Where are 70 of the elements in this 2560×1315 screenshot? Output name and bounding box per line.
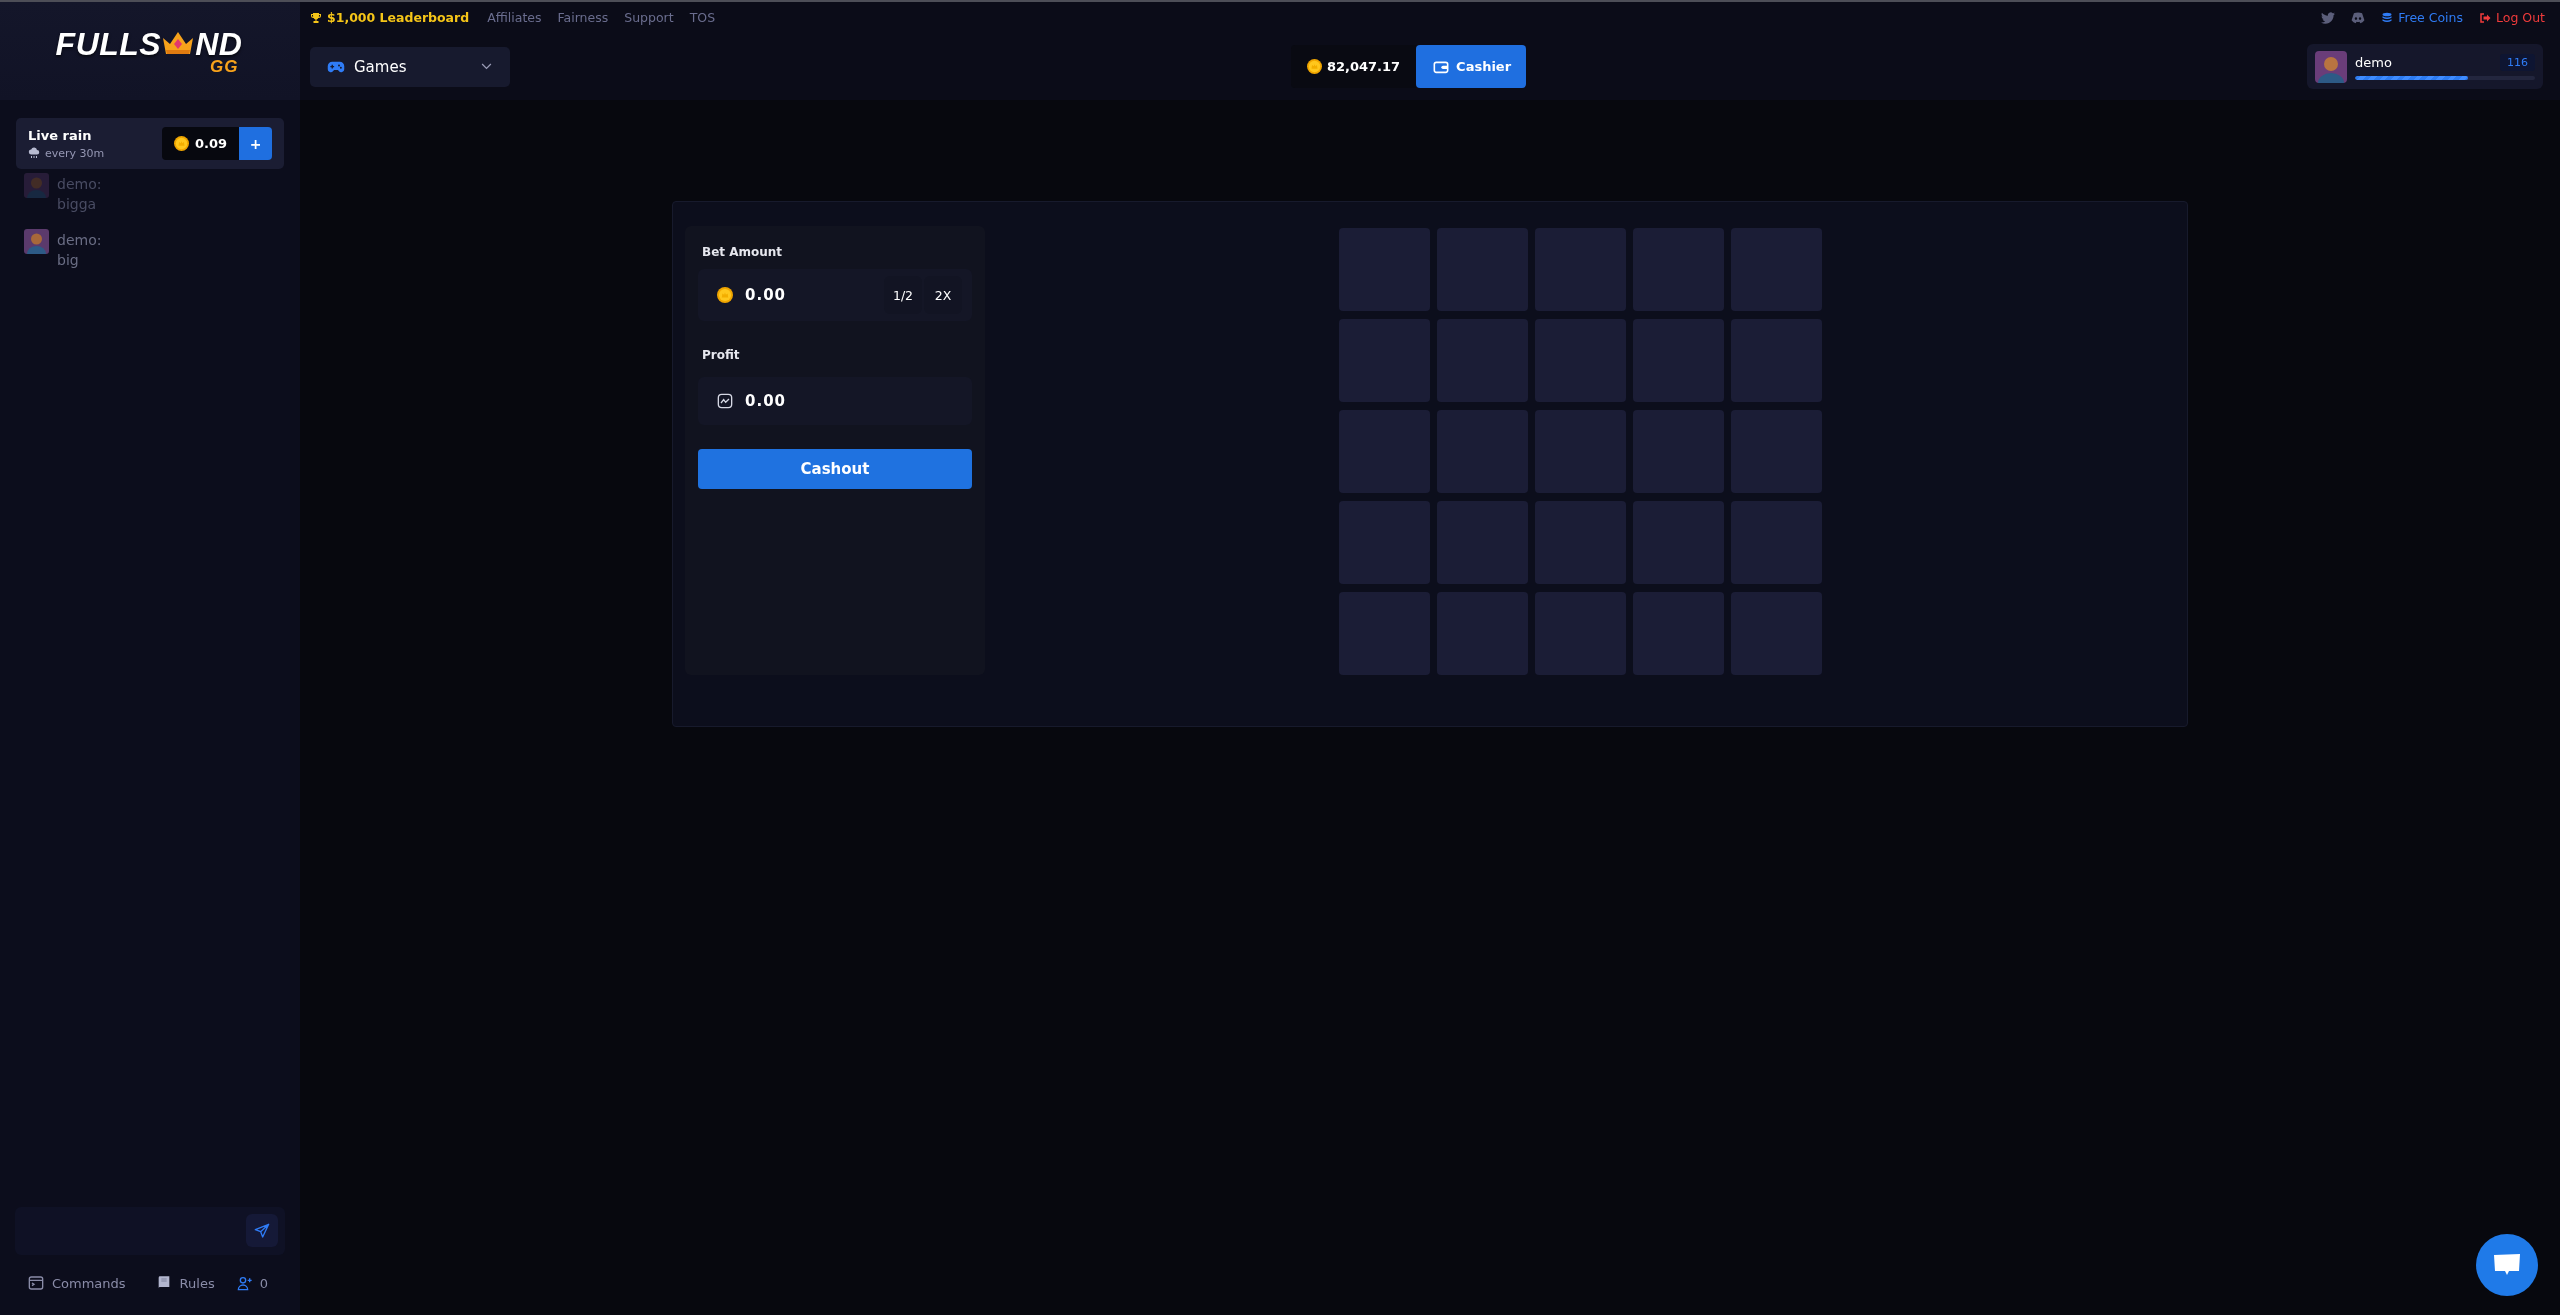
send-button[interactable]	[246, 1214, 278, 1247]
mine-tile[interactable]	[1534, 319, 1626, 402]
mine-tile[interactable]	[1534, 410, 1626, 493]
nav-link[interactable]: Fairness	[557, 10, 609, 25]
nav-link[interactable]: TOS	[689, 10, 716, 25]
mine-tile[interactable]	[1730, 501, 1822, 584]
mine-tile[interactable]	[1534, 592, 1626, 675]
balance-amount: 82,047.17	[1326, 59, 1401, 74]
logout-icon	[2479, 11, 2492, 24]
bird-icon[interactable]	[2321, 10, 2336, 25]
games-dropdown[interactable]: Games	[310, 46, 510, 87]
chat-input-field[interactable]	[15, 1207, 285, 1255]
mine-tile[interactable]	[1632, 501, 1724, 584]
mine-tile[interactable]	[1436, 410, 1528, 493]
coins-icon	[2381, 11, 2394, 24]
free-coins-link[interactable]: Free Coins	[2381, 10, 2464, 25]
coin-icon	[1306, 59, 1322, 74]
mine-tile[interactable]	[1632, 319, 1724, 402]
user-card[interactable]: demo 116	[2307, 44, 2543, 89]
rain-cloud-icon	[28, 147, 40, 159]
live-rain-title: Live rain	[28, 127, 93, 144]
profit-field[interactable]: 0.00	[698, 377, 972, 425]
rules-button[interactable]: Rules	[155, 1275, 215, 1291]
chat-message: bigga	[57, 195, 98, 214]
chat-bubble-icon	[2493, 1253, 2521, 1277]
bet-amount-label: Bet Amount	[701, 244, 784, 260]
chat-message: big	[57, 251, 80, 270]
mine-tile[interactable]	[1338, 228, 1430, 311]
level-badge: 116	[2500, 53, 2535, 71]
coin-icon	[717, 287, 733, 303]
mine-tile[interactable]	[1338, 319, 1430, 402]
chart-icon	[717, 393, 733, 409]
mine-tile[interactable]	[1632, 228, 1724, 311]
add-rain-button[interactable]: +	[239, 127, 272, 160]
mine-tile[interactable]	[1730, 410, 1822, 493]
mine-tile[interactable]	[1436, 592, 1528, 675]
cashier-button[interactable]: Cashier	[1416, 45, 1527, 88]
coin-icon	[173, 136, 189, 151]
profit-label: Profit	[701, 347, 741, 363]
chat-username: demo:	[57, 231, 102, 250]
mine-tile[interactable]	[1730, 228, 1822, 311]
mine-tile[interactable]	[1730, 319, 1822, 402]
mine-tile[interactable]	[1338, 501, 1430, 584]
commands-button[interactable]: Commands	[28, 1275, 126, 1291]
username: demo	[2355, 54, 2392, 70]
mine-tile[interactable]	[1436, 228, 1528, 311]
user-plus-icon	[236, 1275, 253, 1291]
trophy-icon	[310, 11, 322, 24]
mine-tile[interactable]	[1338, 410, 1430, 493]
mine-tile[interactable]	[1534, 501, 1626, 584]
mine-tile[interactable]	[1632, 410, 1724, 493]
mine-tile[interactable]	[1338, 592, 1430, 675]
mine-tile[interactable]	[1534, 228, 1626, 311]
mine-tile[interactable]	[1436, 501, 1528, 584]
nav-link[interactable]: Support	[624, 10, 674, 25]
chat-username: demo:	[57, 175, 102, 194]
cashout-button[interactable]: Cashout	[698, 449, 972, 489]
logout-link[interactable]: Log Out	[2479, 10, 2545, 25]
online-count: 0	[259, 1275, 268, 1291]
nav-link[interactable]: $1,000 Leaderboard	[310, 10, 470, 25]
mine-tile[interactable]	[1436, 319, 1528, 402]
avatar-icon	[2315, 50, 2347, 83]
rain-amount: 0.09	[194, 136, 227, 151]
nav-link[interactable]: Affiliates	[487, 10, 542, 25]
send-icon	[254, 1222, 270, 1239]
mine-tile[interactable]	[1632, 592, 1724, 675]
mine-tile[interactable]	[1730, 592, 1822, 675]
face-icon[interactable]	[2351, 10, 2366, 25]
terminal-icon	[28, 1275, 44, 1291]
rain-interval: every 30m	[45, 146, 105, 160]
